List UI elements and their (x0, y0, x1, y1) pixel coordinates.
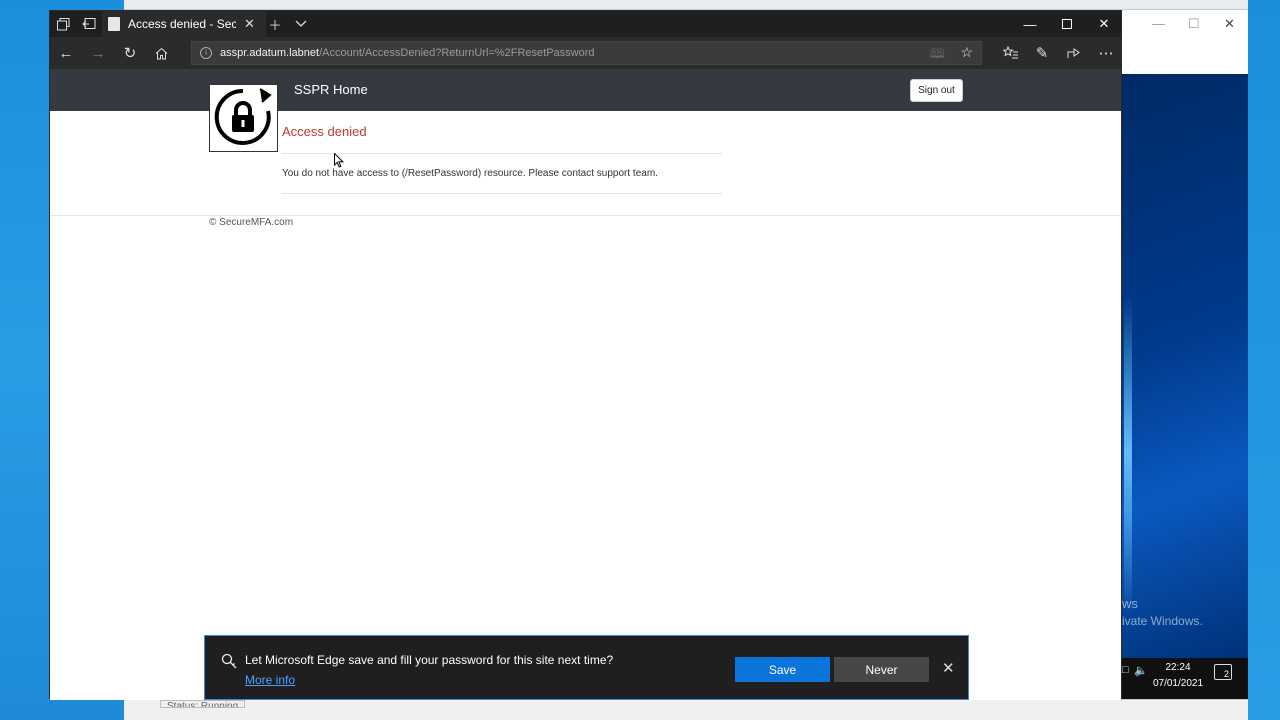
back-icon[interactable]: ← (54, 42, 78, 64)
bg-minimize-icon[interactable]: — (1152, 16, 1165, 31)
desktop-wallpaper-right-edge (1248, 0, 1280, 720)
home-icon[interactable] (149, 42, 173, 64)
desktop-wallpaper-right (1122, 74, 1248, 658)
volume-muted-icon[interactable]: 🔈 (1134, 664, 1148, 677)
background-window-statusbar: Status: Running (124, 699, 1248, 720)
wallpaper-light-beam (1124, 294, 1132, 614)
new-tab-icon[interactable]: ＋ (266, 15, 284, 33)
tab-list-chevron-icon[interactable] (292, 15, 310, 33)
refresh-icon[interactable]: ↻ (118, 42, 142, 64)
notification-center-icon[interactable]: 2 (1214, 664, 1232, 680)
prompt-message: Let Microsoft Edge save and fill your pa… (245, 653, 614, 667)
share-icon[interactable] (1062, 42, 1086, 64)
notification-count: 2 (1223, 669, 1229, 679)
edge-browser-window: Access denied - SecureM ✕ ＋ — ✕ ← → ↻ i … (49, 10, 1122, 700)
page-content: SSPR Home Sign out Access denied You do … (50, 69, 1121, 700)
site-info-icon[interactable]: i (200, 47, 212, 59)
window-close-icon[interactable]: ✕ (1086, 11, 1122, 37)
bg-close-icon[interactable]: ✕ (1224, 16, 1235, 32)
key-icon (221, 653, 237, 669)
divider (282, 193, 722, 194)
tab-manager-icon[interactable] (54, 15, 72, 33)
navigation-bar: ← → ↻ i asspr.adatum.labnet/Account/Acce… (50, 37, 1121, 69)
background-window-controls: — ☐ ✕ (1122, 10, 1248, 74)
activation-watermark-line1: ws (1122, 596, 1138, 611)
url-domain: asspr.adatum.labnet (220, 47, 320, 59)
tab-title: Access denied - SecureM (128, 17, 236, 31)
more-icon[interactable]: ⋯ (1094, 42, 1118, 64)
tab-aside-icon[interactable] (80, 15, 98, 33)
activation-watermark-line2: ivate Windows. (1122, 614, 1203, 628)
forward-icon[interactable]: → (86, 42, 110, 64)
lock-logo-icon (209, 84, 278, 152)
save-password-button[interactable]: Save (735, 657, 830, 682)
address-bar[interactable]: i asspr.adatum.labnet/Account/AccessDeni… (191, 41, 982, 65)
divider (282, 153, 722, 154)
system-tray: □ 🔈 22:24 07/01/2021 2 (1122, 658, 1248, 699)
background-window-top (124, 0, 1248, 10)
never-button[interactable]: Never (834, 657, 929, 682)
clock[interactable]: 22:24 07/01/2021 (1150, 660, 1206, 692)
clock-time: 22:24 (1165, 662, 1191, 673)
url-path: /Account/AccessDenied?ReturnUrl=%2FReset… (319, 47, 595, 59)
footer-divider (50, 215, 1121, 216)
tab-close-icon[interactable]: ✕ (244, 16, 255, 32)
footer-copyright: © SecureMFA.com (209, 217, 294, 228)
title-bar: Access denied - SecureM ✕ ＋ — ✕ (50, 11, 1121, 37)
more-info-link[interactable]: More info (245, 673, 295, 687)
reading-view-icon[interactable]: 🕮 (930, 45, 945, 67)
tray-window-icon[interactable]: □ (1122, 664, 1129, 676)
active-tab[interactable]: Access denied - SecureM ✕ (102, 11, 266, 37)
pen-icon[interactable]: ✎ (1030, 42, 1054, 64)
sign-out-button[interactable]: Sign out (910, 79, 963, 102)
favorite-star-icon[interactable]: ☆ (960, 44, 973, 61)
maximize-icon[interactable] (1049, 11, 1085, 37)
clock-date: 07/01/2021 (1152, 678, 1204, 689)
prompt-close-icon[interactable]: ✕ (942, 659, 955, 677)
mouse-cursor-icon (334, 152, 345, 173)
brand-link[interactable]: SSPR Home (294, 82, 368, 97)
save-password-prompt: Let Microsoft Edge save and fill your pa… (204, 635, 969, 700)
bg-maximize-icon[interactable]: ☐ (1188, 16, 1200, 32)
url-text: asspr.adatum.labnet/Account/AccessDenied… (220, 47, 595, 59)
favorites-hub-icon[interactable] (999, 42, 1023, 64)
minimize-icon[interactable]: — (1012, 11, 1048, 37)
page-favicon-icon (108, 17, 120, 31)
background-status-text: Status: Running (160, 700, 246, 708)
page-title: Access denied (282, 124, 367, 139)
